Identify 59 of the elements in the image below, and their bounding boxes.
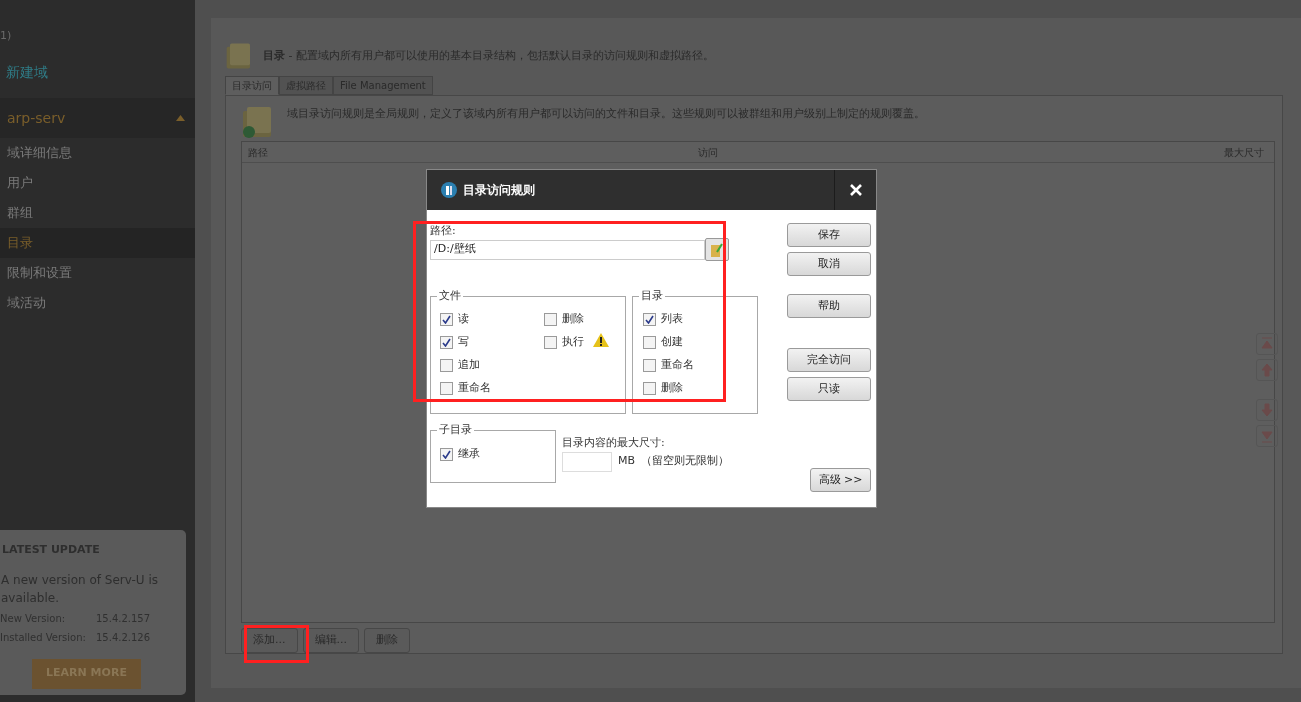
reorder-button[interactable] (1256, 359, 1278, 381)
sidebar-item[interactable]: 域详细信息 (0, 138, 195, 168)
option-label: 列表 (661, 311, 683, 328)
checkbox[interactable] (544, 336, 557, 349)
max-size-field[interactable] (562, 451, 612, 472)
path-field[interactable]: /D:/壁纸 (430, 239, 705, 260)
option-label: 执行 (562, 334, 584, 351)
group-title: 子目录 (437, 423, 474, 437)
dialog-button[interactable]: 取消 (787, 252, 871, 276)
option-label: 继承 (458, 446, 480, 463)
checkbox[interactable] (544, 313, 557, 326)
checkbox[interactable] (440, 448, 453, 461)
dialog-button[interactable]: 保存 (787, 223, 871, 247)
info-icon (441, 182, 457, 198)
folder-icon (710, 241, 724, 258)
domain-header[interactable]: arp-serv (0, 98, 195, 138)
highlight-frame (244, 625, 309, 663)
option-label: 删除 (661, 380, 683, 397)
group-title: 目录 (639, 289, 665, 303)
checkbox[interactable] (643, 382, 656, 395)
dialog-title: 目录访问规则 (463, 182, 536, 199)
unit-label: MB (618, 453, 636, 470)
option-label: 创建 (661, 334, 683, 351)
dialog-button[interactable]: 完全访问 (787, 348, 871, 372)
max-size-label: 目录内容的最大尺寸: (562, 435, 666, 451)
sidebar-item[interactable]: 域活动 (0, 288, 195, 318)
domain-count: 1) (0, 28, 13, 44)
hint-label: （留空则无限制） (641, 453, 730, 470)
checkbox[interactable] (643, 359, 656, 372)
option-label: 重命名 (458, 380, 491, 397)
sidebar-item[interactable]: 限制和设置 (0, 258, 195, 288)
close-icon (849, 184, 862, 196)
arrow-down-icon (1261, 403, 1273, 417)
option-label: 写 (458, 334, 469, 351)
option-label: 读 (458, 311, 469, 328)
new-domain-link[interactable]: 新建域 (0, 61, 48, 83)
reorder-button[interactable] (1256, 399, 1278, 421)
dialog-button[interactable]: 帮助 (787, 294, 871, 318)
dialog-button[interactable]: 只读 (787, 377, 871, 401)
checkbox[interactable] (643, 336, 656, 349)
checkbox[interactable] (440, 313, 453, 326)
dialog-button[interactable]: 高级 >> (810, 468, 871, 493)
reorder-button[interactable] (1256, 333, 1278, 355)
reorder-button[interactable] (1256, 425, 1278, 447)
sidebar-item[interactable]: 群组 (0, 198, 195, 228)
checkbox[interactable] (440, 359, 453, 372)
checkbox[interactable] (440, 336, 453, 349)
checkbox[interactable] (440, 382, 453, 395)
arrow-up-icon (1261, 337, 1273, 351)
option-label: 删除 (562, 311, 584, 328)
option-label: 追加 (458, 357, 480, 374)
arrow-down-icon (1261, 429, 1273, 443)
checkbox[interactable] (643, 313, 656, 326)
path-label: 路径: (430, 224, 457, 238)
arrow-up-icon (1261, 363, 1273, 377)
group-title: 文件 (437, 289, 463, 303)
sidebar-item[interactable]: 用户 (0, 168, 195, 198)
sidebar-item[interactable]: 目录 (0, 228, 195, 258)
option-label: 重命名 (661, 357, 694, 374)
